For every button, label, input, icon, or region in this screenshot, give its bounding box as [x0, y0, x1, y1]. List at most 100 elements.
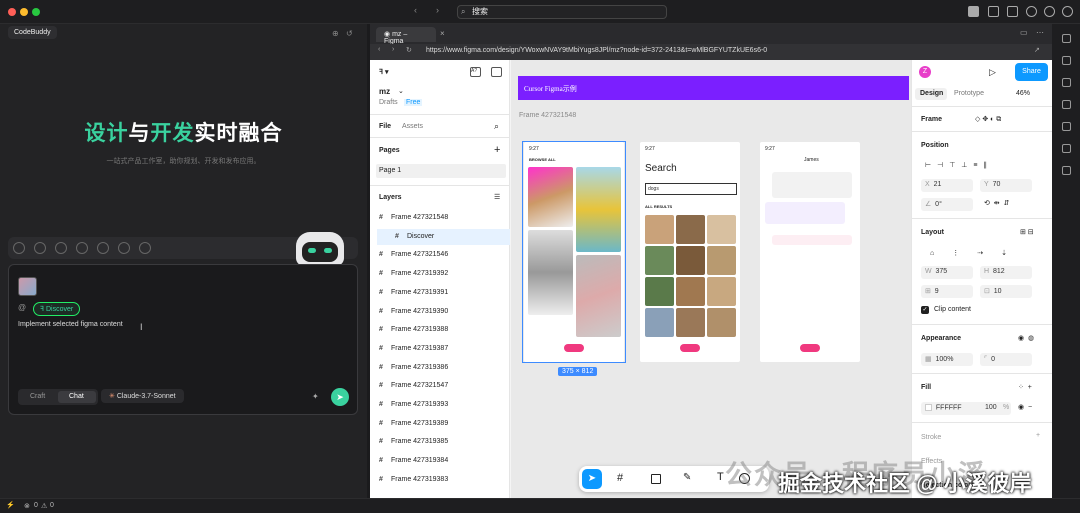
- frame-type[interactable]: Frame: [921, 116, 942, 123]
- flip-icons[interactable]: ⟲ ⇹ ⇵: [984, 199, 1009, 207]
- forward-icon[interactable]: ›: [392, 46, 394, 53]
- extensions-icon[interactable]: [1044, 6, 1055, 17]
- move-tool-icon[interactable]: ➤: [582, 469, 602, 489]
- dog-photo[interactable]: [676, 246, 705, 275]
- search-box[interactable]: ⌕ 搜索: [457, 5, 667, 19]
- split-view-icon[interactable]: [1007, 6, 1018, 17]
- error-count[interactable]: 0: [34, 502, 38, 509]
- layer-item[interactable]: # Frame 427321548: [379, 214, 507, 221]
- layer-item[interactable]: # Frame 427319385: [379, 438, 507, 445]
- layer-item[interactable]: # Frame 427321546: [379, 251, 507, 258]
- minimize-window-button[interactable]: [20, 8, 28, 16]
- layer-item[interactable]: # Frame 427319388: [379, 326, 507, 333]
- opacity-field[interactable]: ▦ 100%: [921, 353, 973, 366]
- dog-photo[interactable]: [645, 246, 674, 275]
- close-tab-icon[interactable]: ×: [440, 29, 445, 38]
- layer-item[interactable]: # Frame 427319390: [379, 308, 507, 315]
- layer-item[interactable]: # Frame 427319392: [379, 270, 507, 277]
- dog-photo[interactable]: [707, 277, 736, 306]
- drafts-label[interactable]: Drafts: [379, 99, 398, 106]
- gap-field[interactable]: ⊞ 9: [921, 285, 973, 298]
- layer-item[interactable]: # Frame 427319389: [379, 420, 507, 427]
- dog-photo[interactable]: [707, 308, 736, 337]
- reload-icon[interactable]: ↻: [406, 46, 412, 54]
- codebuddy-tab[interactable]: CodeBuddy: [8, 26, 57, 39]
- prompt-text[interactable]: Implement selected figma content: [18, 321, 123, 328]
- account-icon[interactable]: [1062, 6, 1073, 17]
- forward-arrow-icon[interactable]: ›: [436, 5, 439, 15]
- layer-item[interactable]: # Frame 427319391: [379, 289, 507, 296]
- rotation-field[interactable]: ∠ 0°: [921, 198, 973, 211]
- layer-item[interactable]: # Discover: [395, 233, 523, 240]
- dog-photo[interactable]: [645, 308, 674, 337]
- open-external-icon[interactable]: ↗: [1034, 46, 1040, 54]
- add-button[interactable]: [680, 344, 700, 352]
- phone-frame-chat[interactable]: 9:27 James: [760, 142, 860, 362]
- layer-item[interactable]: # Frame 427319393: [379, 401, 507, 408]
- zoom-level[interactable]: 46%: [1016, 90, 1030, 97]
- history-icon[interactable]: ↺: [346, 29, 353, 38]
- tab-design[interactable]: Design: [920, 90, 943, 97]
- terminal-icon[interactable]: [1062, 144, 1071, 153]
- present-icon[interactable]: ▷: [989, 67, 996, 78]
- corner-radius-field[interactable]: ⌜ 0: [980, 353, 1032, 366]
- context-chip-discover[interactable]: ꟻ Discover: [33, 302, 81, 316]
- close-window-button[interactable]: [8, 8, 16, 16]
- visibility-icon[interactable]: ◉ ◍: [1018, 334, 1034, 342]
- dog-photo[interactable]: [707, 215, 736, 244]
- layout-icon[interactable]: ▭: [1020, 28, 1028, 37]
- url-text[interactable]: https://www.figma.com/design/YWoxwNVAY9t…: [426, 47, 767, 54]
- more-icon[interactable]: ⋯: [1036, 28, 1044, 37]
- frame-tool-icon[interactable]: #: [617, 472, 623, 484]
- panel-icon[interactable]: [491, 67, 502, 77]
- phone-frame-search[interactable]: 9:27 Search dogs ALL RESULTS: [640, 142, 740, 362]
- alignment-icons[interactable]: ⊢⊣⊤⊥≡∥: [925, 161, 993, 169]
- width-field[interactable]: W 375: [921, 266, 973, 279]
- y-field[interactable]: Y 70: [980, 179, 1032, 192]
- chat-icon[interactable]: [1062, 100, 1071, 109]
- figma-menu-icon[interactable]: ꟻ ▾: [379, 68, 389, 76]
- dog-photo[interactable]: [645, 277, 674, 306]
- settings-icon[interactable]: [1026, 6, 1037, 17]
- new-chat-icon[interactable]: ⊕: [332, 29, 339, 38]
- auto-layout-icons[interactable]: ⌂⋮⇢⇣: [930, 249, 1025, 257]
- layout-options-icon[interactable]: ⊞ ⊟: [1020, 228, 1034, 236]
- search-icon[interactable]: ⌕: [494, 121, 499, 132]
- send-button[interactable]: ➤: [331, 388, 349, 406]
- dog-photo[interactable]: [707, 246, 736, 275]
- banner-frame[interactable]: Cursor Figma示例: [518, 76, 909, 100]
- avatar[interactable]: Z: [919, 66, 931, 78]
- sidebar-toggle-icon[interactable]: [968, 6, 979, 17]
- text-tool-icon[interactable]: T: [717, 471, 724, 483]
- rectangle-tool-icon[interactable]: [651, 474, 661, 484]
- design-icon[interactable]: [34, 242, 46, 254]
- model-selector[interactable]: ✳ Claude-3.7-Sonnet: [101, 389, 184, 403]
- fill-color-field[interactable]: FFFFFF 100%: [921, 402, 1011, 415]
- x-field[interactable]: X 21: [921, 179, 973, 192]
- browser-tab[interactable]: ◉ mz – Figma: [376, 27, 436, 45]
- dog-photo[interactable]: [676, 277, 705, 306]
- dog-photo[interactable]: [676, 215, 705, 244]
- layer-item[interactable]: # Frame 427319384: [379, 457, 507, 464]
- mode-chat[interactable]: Chat: [69, 393, 84, 400]
- add-page-icon[interactable]: +: [494, 144, 500, 156]
- deploy-icon[interactable]: [139, 242, 151, 254]
- padding-field[interactable]: ⊡ 10: [980, 285, 1032, 298]
- files-icon[interactable]: [1062, 34, 1071, 43]
- cloud-icon[interactable]: [97, 242, 109, 254]
- layer-item[interactable]: # Frame 427319387: [379, 345, 507, 352]
- preview-icon[interactable]: [118, 242, 130, 254]
- height-field[interactable]: H 812: [980, 266, 1032, 279]
- layers-options-icon[interactable]: ☰: [494, 193, 500, 201]
- globe-icon[interactable]: [1062, 56, 1071, 65]
- clip-checkbox[interactable]: ✓: [921, 306, 929, 314]
- link-icon[interactable]: [76, 242, 88, 254]
- layer-item[interactable]: # Frame 427319386: [379, 364, 507, 371]
- maximize-window-button[interactable]: [32, 8, 40, 16]
- back-icon[interactable]: ‹: [378, 46, 380, 53]
- add-stroke-icon[interactable]: +: [1036, 432, 1040, 439]
- image-icon[interactable]: [1062, 122, 1071, 131]
- back-arrow-icon[interactable]: ‹: [414, 5, 417, 15]
- layer-item[interactable]: # Frame 427321547: [379, 382, 507, 389]
- share-button[interactable]: Share: [1015, 63, 1048, 81]
